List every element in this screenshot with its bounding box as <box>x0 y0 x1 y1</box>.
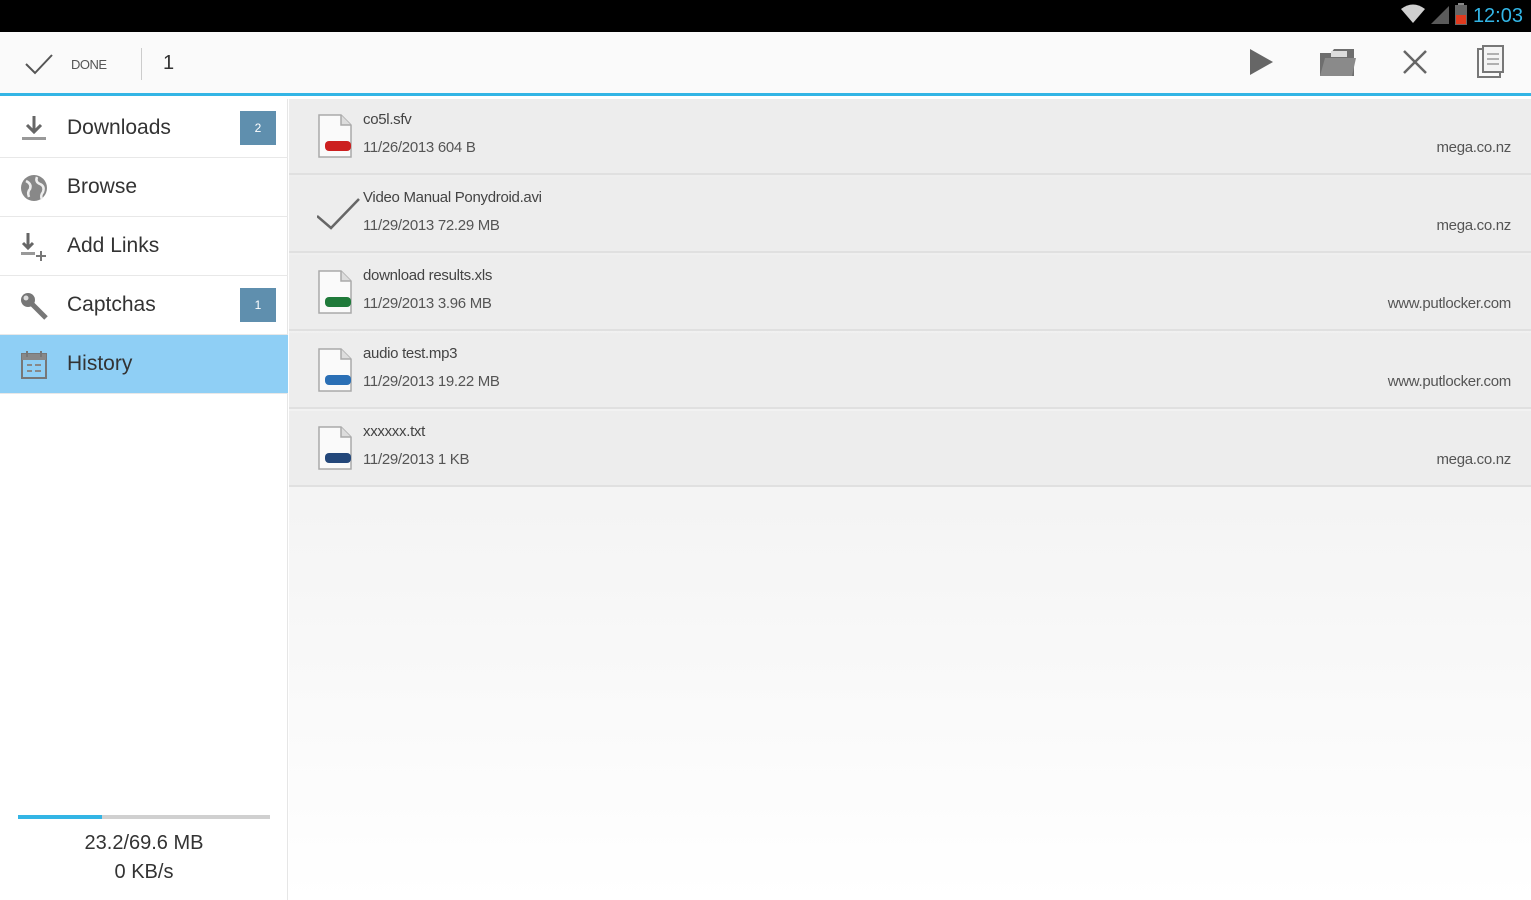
delete-button[interactable] <box>1391 42 1439 86</box>
file-name: audio test.mp3 <box>363 345 458 362</box>
globe-icon <box>18 172 50 204</box>
list-item-selected[interactable]: Video Manual Ponydroid.avi 11/29/2013 72… <box>289 177 1531 253</box>
history-list: co5l.sfv 11/26/2013 604 B mega.co.nz Vid… <box>289 99 1531 900</box>
file-host: www.putlocker.com <box>1387 295 1512 312</box>
sidebar-item-captchas[interactable]: Captchas 1 <box>0 276 288 335</box>
sidebar-item-label: Browse <box>67 175 138 198</box>
open-folder-icon <box>1319 47 1357 82</box>
download-icon <box>18 113 50 145</box>
download-progress-bar <box>18 815 270 819</box>
play-icon <box>1248 48 1274 81</box>
key-icon <box>18 290 50 322</box>
list-item[interactable]: audio test.mp3 11/29/2013 19.22 MB www.p… <box>289 333 1531 409</box>
done-label: DONE <box>71 57 107 72</box>
done-button[interactable]: DONE <box>0 32 140 96</box>
file-date-size: 11/26/2013 604 B <box>363 139 476 156</box>
file-sfv-icon <box>317 113 353 159</box>
file-name: Video Manual Ponydroid.avi <box>363 189 542 206</box>
captchas-count-badge: 1 <box>240 288 276 322</box>
sidebar-item-add-links[interactable]: Add Links <box>0 217 288 276</box>
file-name: co5l.sfv <box>363 111 412 128</box>
history-icon <box>18 349 50 381</box>
battery-icon <box>1454 2 1467 30</box>
file-mp3-icon <box>317 347 353 393</box>
sidebar-item-label: Downloads <box>67 116 171 139</box>
contextual-action-bar: DONE 1 <box>0 32 1531 96</box>
file-xls-icon <box>317 269 353 315</box>
file-host: mega.co.nz <box>1436 139 1511 156</box>
file-host: mega.co.nz <box>1436 217 1511 234</box>
sidebar-item-label: History <box>67 352 133 375</box>
open-folder-button[interactable] <box>1314 42 1362 86</box>
list-item[interactable]: xxxxxx.txt 11/29/2013 1 KB mega.co.nz <box>289 411 1531 487</box>
sidebar-item-browse[interactable]: Browse <box>0 158 288 217</box>
check-icon <box>316 191 360 237</box>
downloads-count-badge: 2 <box>240 111 276 145</box>
sidebar-item-label: Add Links <box>67 234 160 257</box>
sidebar: Downloads 2 Browse Add Links Captchas 1 … <box>0 99 288 900</box>
file-name: xxxxxx.txt <box>363 423 426 440</box>
sidebar-item-label: Captchas <box>67 293 156 316</box>
file-host: www.putlocker.com <box>1387 373 1512 390</box>
clock: 12:03 <box>1472 4 1523 27</box>
wifi-icon <box>1400 4 1425 29</box>
file-date-size: 11/29/2013 3.96 MB <box>363 295 492 312</box>
close-icon <box>1402 49 1428 80</box>
download-speed-text: 0 KB/s <box>114 861 174 883</box>
list-item[interactable]: download results.xls 11/29/2013 3.96 MB … <box>289 255 1531 331</box>
file-txt-icon <box>317 425 353 471</box>
add-link-icon <box>18 231 50 263</box>
file-date-size: 11/29/2013 72.29 MB <box>363 217 500 234</box>
download-size-text: 23.2/69.6 MB <box>84 832 204 854</box>
selected-count: 1 <box>163 52 175 74</box>
file-date-size: 11/29/2013 19.22 MB <box>363 373 500 390</box>
file-host: mega.co.nz <box>1436 451 1511 468</box>
copy-button[interactable] <box>1467 42 1515 86</box>
file-name: download results.xls <box>363 267 493 284</box>
status-bar: 12:03 <box>0 0 1531 32</box>
check-icon <box>24 52 54 81</box>
list-item[interactable]: co5l.sfv 11/26/2013 604 B mega.co.nz <box>289 99 1531 175</box>
signal-icon <box>1430 4 1449 29</box>
start-button[interactable] <box>1237 42 1285 86</box>
download-progress-fill <box>18 815 102 819</box>
copy-icon <box>1477 44 1505 84</box>
sidebar-item-history[interactable]: History <box>0 335 288 394</box>
file-date-size: 11/29/2013 1 KB <box>363 451 470 468</box>
sidebar-item-downloads[interactable]: Downloads 2 <box>0 99 288 158</box>
action-bar-divider <box>141 48 142 80</box>
